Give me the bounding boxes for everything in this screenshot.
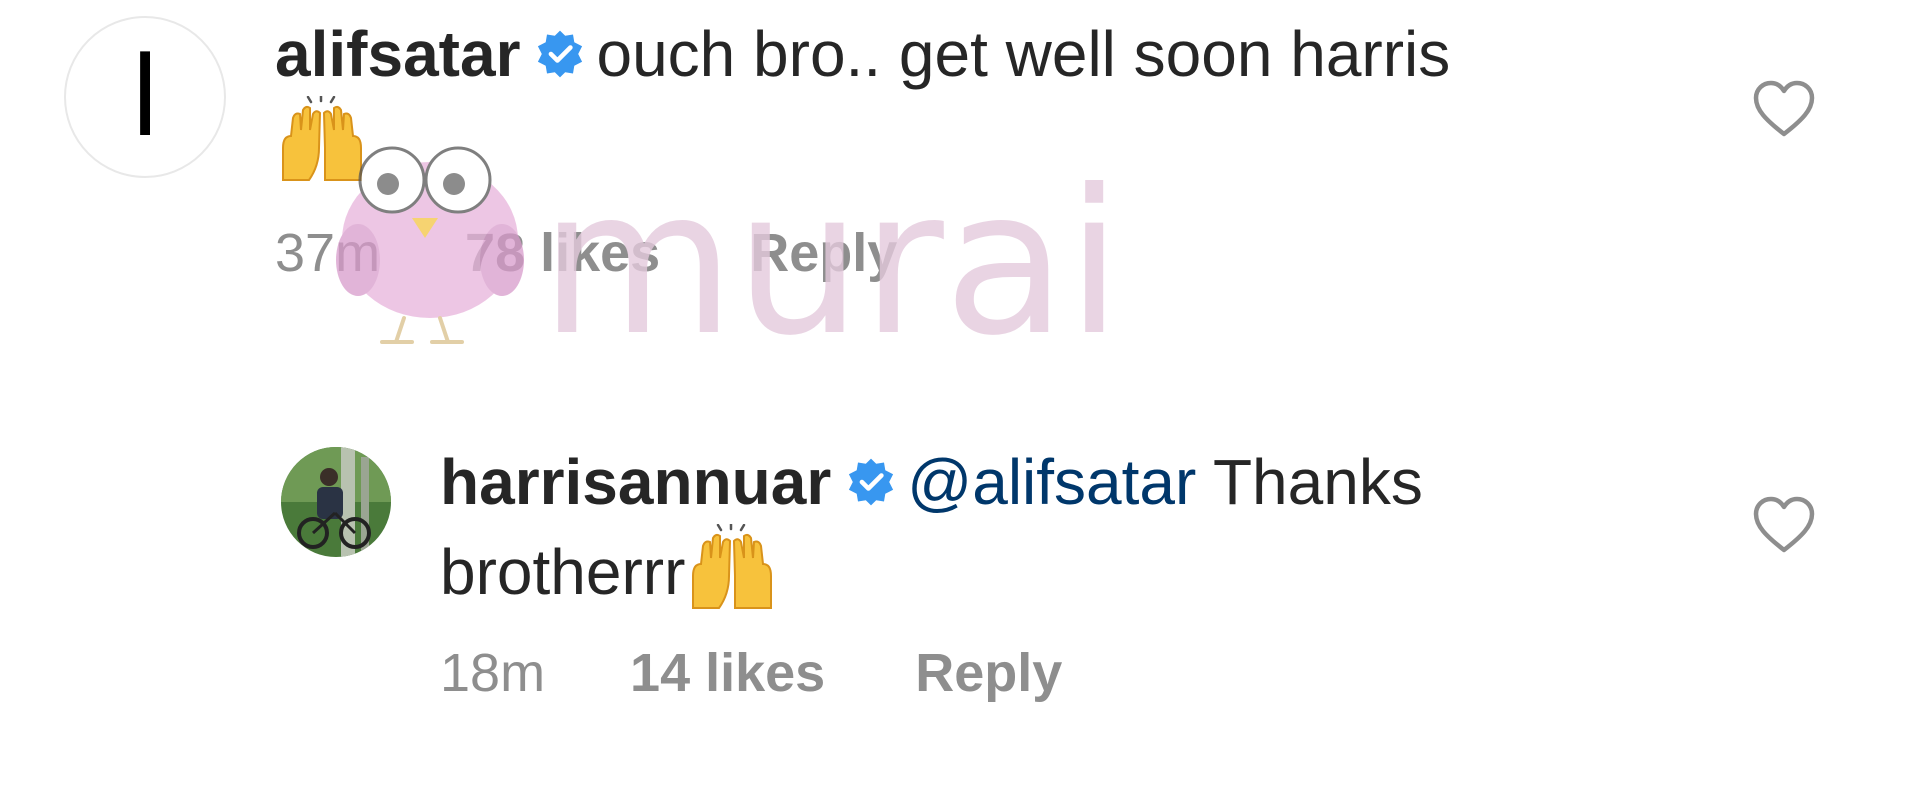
username[interactable]: harrisannuar bbox=[440, 446, 831, 518]
likes-count[interactable]: 14 likes bbox=[630, 642, 825, 704]
comment-harrisannuar: harrisannuar @alifsatar Thanks brotherrr… bbox=[0, 420, 1920, 786]
likes-count[interactable]: 78 likes bbox=[465, 222, 660, 284]
reply-button[interactable]: Reply bbox=[750, 222, 897, 284]
comment-alifsatar: ا alifsatar ouch bro.. get well soon har… bbox=[0, 0, 1920, 380]
comment-body: alifsatar ouch bro.. get well soon harri… bbox=[275, 12, 1475, 186]
avatar-glyph: ا bbox=[129, 33, 161, 161]
verified-badge-icon bbox=[538, 30, 583, 78]
comment-body: harrisannuar @alifsatar Thanks brotherrr bbox=[440, 440, 1660, 614]
verified-badge-icon bbox=[849, 458, 894, 506]
timestamp[interactable]: 37m bbox=[275, 222, 380, 284]
raising-hands-emoji-icon bbox=[692, 524, 773, 609]
like-heart-icon[interactable] bbox=[1752, 496, 1816, 554]
timestamp[interactable]: 18m bbox=[440, 642, 545, 704]
reply-button[interactable]: Reply bbox=[915, 642, 1062, 704]
avatar-photo bbox=[281, 447, 391, 557]
comment-meta: 18m 14 likes Reply bbox=[440, 642, 1062, 704]
avatar[interactable] bbox=[281, 447, 391, 557]
avatar[interactable]: ا bbox=[64, 16, 226, 178]
comment-text: ouch bro.. get well soon harris bbox=[596, 18, 1451, 90]
username[interactable]: alifsatar bbox=[275, 18, 520, 90]
like-heart-icon[interactable] bbox=[1752, 80, 1816, 138]
raising-hands-emoji-icon bbox=[282, 96, 362, 181]
mention-link[interactable]: @alifsatar bbox=[907, 446, 1196, 518]
comment-meta: 37m 78 likes Reply bbox=[275, 222, 897, 284]
